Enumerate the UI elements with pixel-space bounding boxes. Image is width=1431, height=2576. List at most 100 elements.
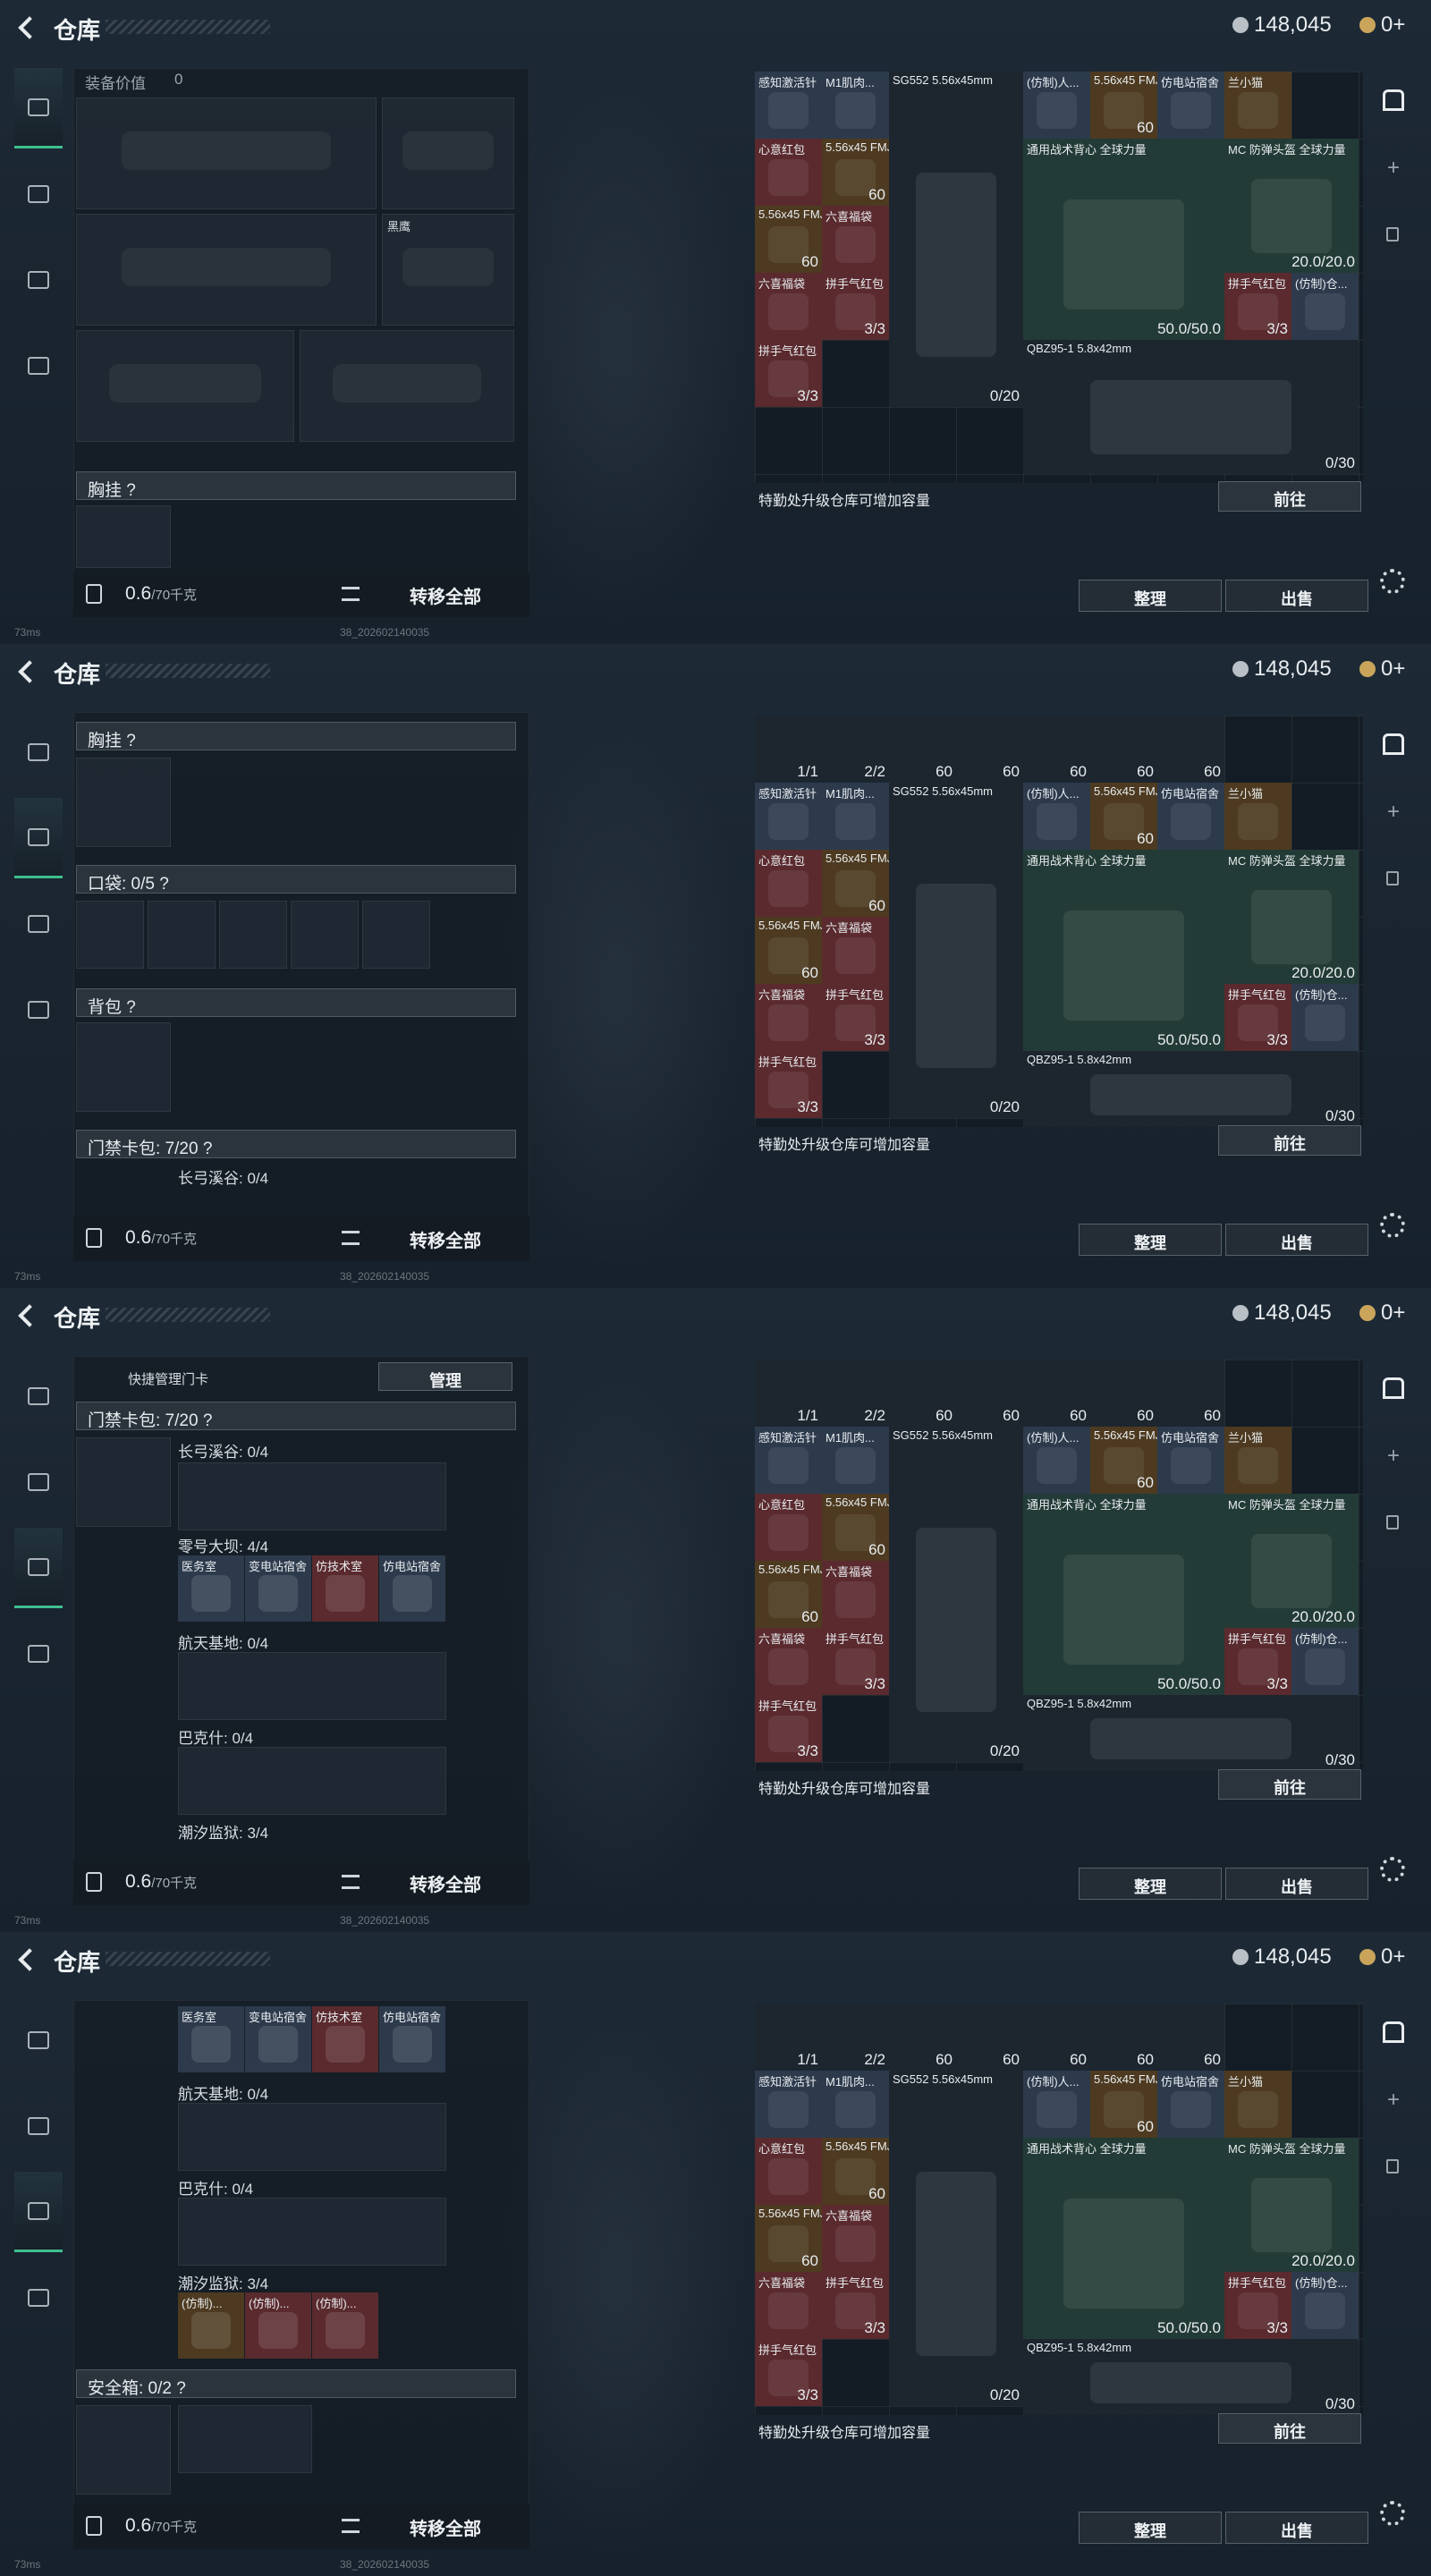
stash-item[interactable]: 感知激活针 [755,1427,822,1494]
weapon-tab[interactable] [14,1356,63,1436]
pocket-slot[interactable] [362,901,430,969]
stash-item[interactable]: 拼手气红包 3/3 [1224,2272,1291,2339]
stash-item[interactable]: SG552 5.56x45mm 0/20 [889,783,1023,1118]
keycard-item[interactable]: (仿制)... [245,2292,311,2359]
transfer-all-button[interactable]: 转移全部 [410,2514,481,2540]
armor-slot[interactable] [300,330,514,442]
list-icon[interactable] [342,587,360,601]
add-icon[interactable]: + [1383,1445,1404,1467]
stash-item[interactable]: 六喜福袋 [822,917,889,984]
stash-item[interactable]: 拼手气红包 3/3 [822,273,889,340]
armor-tab[interactable] [14,154,63,234]
keycard-case-slot[interactable] [76,1437,171,1527]
stash-item[interactable]: 2/2 [822,1360,889,1427]
stash-item[interactable]: 拼手气红包 3/3 [822,1628,889,1695]
sell-button[interactable]: 出售 [1225,2512,1368,2544]
lock-icon[interactable] [1386,1515,1399,1530]
zone-slots[interactable] [178,1747,446,1815]
stash-item[interactable]: 60 [956,1360,1023,1427]
go-button[interactable]: 前往 [1218,2413,1361,2444]
stash-item[interactable]: 5.56x45 FMJ 60 [755,2205,822,2272]
stash-item[interactable]: 60 [956,716,1023,783]
stash-item[interactable]: QBZ95-1 5.8x42mm 0/30 [1023,1695,1359,1771]
gold-amount[interactable]: 0+ [1381,1945,1405,1970]
stash-item[interactable]: 2/2 [822,716,889,783]
stash-item[interactable]: 5.56x45 FMJ 60 [1090,2071,1157,2138]
sort-button[interactable]: 整理 [1079,1224,1222,1256]
case-tab[interactable] [14,1614,63,1694]
transfer-all-button[interactable]: 转移全部 [410,1226,481,1252]
chest-rig-slot[interactable] [76,505,171,568]
stash-item[interactable]: 拼手气红包 3/3 [755,1051,822,1118]
stash-item[interactable]: 5.56x45 FMJ 60 [1090,1427,1157,1494]
stash-item[interactable]: 5.56x45 FMJ 60 [755,206,822,273]
stash-item[interactable]: 兰小猫 [1224,783,1291,850]
gold-amount[interactable]: 0+ [1381,1301,1405,1326]
stash-item[interactable]: 60 [1023,1360,1090,1427]
stash-item[interactable]: 心意红包 [755,139,822,206]
zone-slots[interactable] [178,1462,446,1530]
stash-item[interactable]: 5.56x45 FMJ 60 [1090,72,1157,139]
stash-item[interactable]: (仿制)人... [1023,72,1090,139]
lock-icon[interactable] [1386,871,1399,886]
stash-item[interactable]: 仿电站宿舍 [1157,72,1224,139]
stash-item[interactable]: 六喜福袋 [822,206,889,273]
keycard-item[interactable]: 医务室 [178,2006,244,2072]
armor-tab[interactable] [14,798,63,878]
stash-item[interactable]: 心意红包 [755,2138,822,2205]
keycard-item[interactable]: (仿制)... [312,2292,378,2359]
zone-slots[interactable] [178,1652,446,1720]
stash-item[interactable]: 60 [889,1360,956,1427]
stash-item[interactable]: 感知激活针 [755,783,822,850]
stash-item[interactable]: 通用战术背心 全球力量 50.0/50.0 [1023,850,1224,1051]
go-button[interactable]: 前往 [1218,481,1361,512]
keycard-item[interactable]: 仿电站宿舍 [379,2006,445,2072]
sell-button[interactable]: 出售 [1225,580,1368,612]
stash-item[interactable]: 拼手气红包 3/3 [1224,1628,1291,1695]
settings-gear-icon[interactable] [1380,1213,1405,1238]
stash-item[interactable]: 兰小猫 [1224,1427,1291,1494]
stash-item[interactable]: 2/2 [822,2004,889,2071]
pocket-slot[interactable] [291,901,359,969]
stash-item[interactable]: MC 防弹头盔 全球力量 20.0/20.0 [1224,1494,1359,1628]
case-tab[interactable] [14,326,63,406]
sell-button[interactable]: 出售 [1225,1868,1368,1900]
zone-slots[interactable] [178,2198,446,2266]
stash-item[interactable]: 5.56x45 FMJ 60 [755,917,822,984]
helmet-slot[interactable] [76,330,294,442]
stash-item[interactable]: 通用战术背心 全球力量 50.0/50.0 [1023,139,1224,340]
keycard-item[interactable]: 医务室 [178,1555,244,1622]
safebox-slot[interactable] [76,2405,171,2495]
chest-rig-slot[interactable] [76,758,171,847]
stash-item[interactable]: 通用战术背心 全球力量 50.0/50.0 [1023,2138,1224,2339]
stash-item[interactable]: 拼手气红包 3/3 [755,340,822,407]
gold-amount[interactable]: 0+ [1381,657,1405,682]
stash-item[interactable]: 5.56x45 FMJ 60 [755,1561,822,1628]
stash-item[interactable]: 60 [1090,2004,1157,2071]
stash-icon[interactable] [1383,1377,1404,1399]
keycard-item[interactable]: 仿技术室 [312,2006,378,2072]
lock-icon[interactable] [1386,2159,1399,2174]
armor-tab[interactable] [14,2086,63,2166]
stash-item[interactable]: 仿电站宿舍 [1157,2071,1224,2138]
stash-item[interactable]: 仿电站宿舍 [1157,1427,1224,1494]
weapon-tab[interactable] [14,712,63,792]
keycard-tab[interactable] [14,1528,63,1608]
stash-item[interactable]: (仿制)仓... [1291,1628,1359,1695]
stash-item[interactable]: (仿制)仓... [1291,984,1359,1051]
back-arrow-icon[interactable] [16,660,36,683]
stash-item[interactable]: M1肌肉... [822,783,889,850]
transfer-all-button[interactable]: 转移全部 [410,582,481,608]
stash-item[interactable]: 1/1 [755,1360,822,1427]
stash-item[interactable]: QBZ95-1 5.8x42mm 0/30 [1023,1051,1359,1127]
stash-item[interactable]: SG552 5.56x45mm 0/20 [889,2071,1023,2406]
sort-button[interactable]: 整理 [1079,2512,1222,2544]
stash-item[interactable]: 通用战术背心 全球力量 50.0/50.0 [1023,1494,1224,1695]
stash-item[interactable]: 六喜福袋 [755,273,822,340]
zone-slots[interactable] [178,2103,446,2171]
stash-item[interactable]: M1肌肉... [822,72,889,139]
lock-icon[interactable] [1386,227,1399,242]
stash-item[interactable]: 60 [1023,716,1090,783]
stash-item[interactable]: 60 [1023,2004,1090,2071]
case-tab[interactable] [14,970,63,1050]
